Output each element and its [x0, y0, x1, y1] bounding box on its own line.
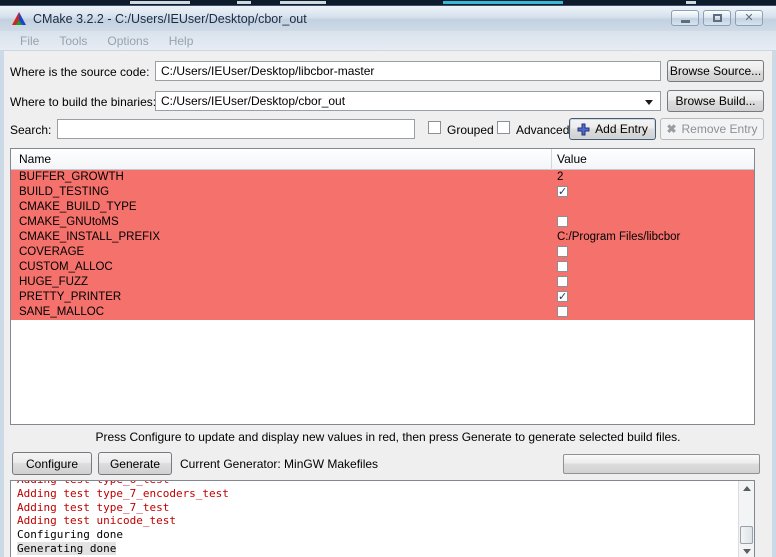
client-area: Where is the source code: Browse Source.…: [4, 51, 772, 557]
cache-entry-name: BUFFER_GROWTH: [19, 171, 124, 183]
column-divider[interactable]: [551, 149, 552, 170]
window-title: CMake 3.2.2 - C:/Users/IEUser/Desktop/cb…: [33, 12, 307, 26]
configure-hint-text: Press Configure to update and display ne…: [4, 430, 772, 444]
grouped-label: Grouped: [447, 123, 494, 137]
column-header-name[interactable]: Name: [19, 152, 51, 166]
table-rows: BUFFER_GROWTH 2 BUILD_TESTING CMAKE_BUIL…: [11, 170, 754, 320]
menu-file[interactable]: File: [10, 34, 49, 48]
table-row[interactable]: CUSTOM_ALLOC: [11, 260, 754, 275]
menu-help[interactable]: Help: [159, 34, 204, 48]
title-bar: CMake 3.2.2 - C:/Users/IEUser/Desktop/cb…: [0, 6, 776, 31]
build-path-value: C:/Users/IEUser/Desktop/cbor_out: [161, 94, 345, 108]
cache-entry-value[interactable]: [557, 276, 750, 288]
maximize-icon: [713, 14, 722, 22]
minimize-icon: [681, 20, 690, 23]
grouped-checkbox[interactable]: [428, 121, 441, 134]
cache-entry-value[interactable]: 2: [557, 171, 750, 183]
table-row[interactable]: BUILD_TESTING: [11, 185, 754, 200]
cache-entry-name: CMAKE_BUILD_TYPE: [19, 201, 137, 213]
search-label: Search:: [10, 123, 51, 137]
cache-entry-name: CMAKE_INSTALL_PREFIX: [19, 231, 160, 243]
progress-bar: [563, 454, 760, 474]
table-row[interactable]: CMAKE_GNUtoMS: [11, 215, 754, 230]
close-icon: ✕: [744, 13, 753, 24]
log-line: Adding test type_7_test: [17, 501, 736, 515]
configure-button[interactable]: Configure: [12, 452, 92, 475]
browse-source-button[interactable]: Browse Source...: [667, 60, 764, 82]
cache-variables-table: Name Value BUFFER_GROWTH 2 BUILD_TESTING…: [10, 148, 755, 425]
remove-entry-button[interactable]: ✖ Remove Entry: [660, 118, 764, 140]
advanced-label: Advanced: [516, 123, 569, 137]
scroll-up-button[interactable]: [739, 481, 755, 496]
log-line: Adding test unicode_test: [17, 514, 736, 528]
log-line: Adding test type_6_test: [17, 480, 736, 487]
value-checkbox-unchecked[interactable]: [557, 261, 568, 272]
screen: CMake 3.2.2 - C:/Users/IEUser/Desktop/cb…: [0, 0, 776, 557]
browse-build-button[interactable]: Browse Build...: [667, 90, 764, 112]
x-icon: ✖: [666, 122, 676, 136]
source-code-label: Where is the source code:: [10, 65, 149, 79]
cmake-window: CMake 3.2.2 - C:/Users/IEUser/Desktop/cb…: [0, 5, 776, 557]
cache-entry-value[interactable]: [557, 246, 750, 258]
scroll-down-button[interactable]: [739, 544, 755, 557]
table-row[interactable]: HUGE_FUZZ: [11, 275, 754, 290]
log-line: Configuring done: [17, 528, 736, 542]
value-checkbox-unchecked[interactable]: [557, 306, 568, 317]
cache-entry-name: CMAKE_GNUtoMS: [19, 216, 119, 228]
column-header-value[interactable]: Value: [557, 152, 587, 166]
value-checkbox-checked[interactable]: [557, 186, 568, 197]
plus-icon: [577, 123, 590, 136]
log-line: Generating done: [17, 542, 736, 556]
table-row[interactable]: CMAKE_BUILD_TYPE: [11, 200, 754, 215]
cache-entry-value[interactable]: [557, 306, 750, 318]
table-row[interactable]: CMAKE_INSTALL_PREFIX C:/Program Files/li…: [11, 230, 754, 245]
cache-entry-name: PRETTY_PRINTER: [19, 291, 121, 303]
table-row[interactable]: PRETTY_PRINTER: [11, 290, 754, 305]
arrow-up-icon: [743, 486, 751, 491]
remove-entry-label: Remove Entry: [682, 122, 758, 136]
table-row[interactable]: BUFFER_GROWTH 2: [11, 170, 754, 185]
cache-entry-value[interactable]: [557, 186, 750, 198]
chevron-down-icon[interactable]: [645, 100, 653, 105]
cache-entry-value[interactable]: [557, 291, 750, 303]
menu-options[interactable]: Options: [97, 34, 158, 48]
log-scrollbar[interactable]: [738, 481, 754, 557]
cache-entry-name: COVERAGE: [19, 246, 84, 258]
add-entry-button[interactable]: Add Entry: [569, 118, 656, 140]
cache-entry-name: BUILD_TESTING: [19, 186, 109, 198]
current-generator-label: Current Generator: MinGW Makefiles: [180, 457, 378, 471]
arrow-down-icon: [743, 549, 751, 554]
menu-tools[interactable]: Tools: [49, 34, 97, 48]
generate-button[interactable]: Generate: [98, 452, 172, 475]
log-line: Adding test type_7_encoders_test: [17, 487, 736, 501]
cache-entry-name: HUGE_FUZZ: [19, 276, 88, 288]
table-row[interactable]: COVERAGE: [11, 245, 754, 260]
value-checkbox-checked[interactable]: [557, 291, 568, 302]
source-path-input[interactable]: [155, 61, 661, 81]
cmake-logo-icon: [11, 11, 27, 27]
close-button[interactable]: ✕: [735, 10, 763, 26]
value-checkbox-unchecked[interactable]: [557, 276, 568, 287]
advanced-checkbox[interactable]: [497, 121, 510, 134]
table-header[interactable]: Name Value: [11, 149, 754, 170]
scrollbar-thumb[interactable]: [740, 526, 753, 544]
log-content: Adding test type_6_testAdding test type_…: [17, 480, 736, 557]
maximize-button[interactable]: [703, 10, 731, 26]
value-checkbox-unchecked[interactable]: [557, 246, 568, 257]
value-checkbox-unchecked[interactable]: [557, 216, 568, 227]
build-binaries-label: Where to build the binaries:: [10, 95, 156, 109]
cache-entry-value[interactable]: [557, 261, 750, 273]
minimize-button[interactable]: [671, 10, 699, 26]
cache-entry-value[interactable]: [557, 216, 750, 228]
search-input[interactable]: [57, 119, 415, 139]
add-entry-label: Add Entry: [595, 122, 648, 136]
build-path-combobox[interactable]: C:/Users/IEUser/Desktop/cbor_out: [155, 91, 661, 111]
cache-entry-name: CUSTOM_ALLOC: [19, 261, 113, 273]
menu-bar: File Tools Options Help: [0, 31, 776, 51]
output-log[interactable]: Adding test type_6_testAdding test type_…: [10, 480, 755, 557]
cache-entry-name: SANE_MALLOC: [19, 306, 104, 318]
cache-entry-value[interactable]: C:/Program Files/libcbor: [557, 231, 750, 243]
table-row[interactable]: SANE_MALLOC: [11, 305, 754, 320]
